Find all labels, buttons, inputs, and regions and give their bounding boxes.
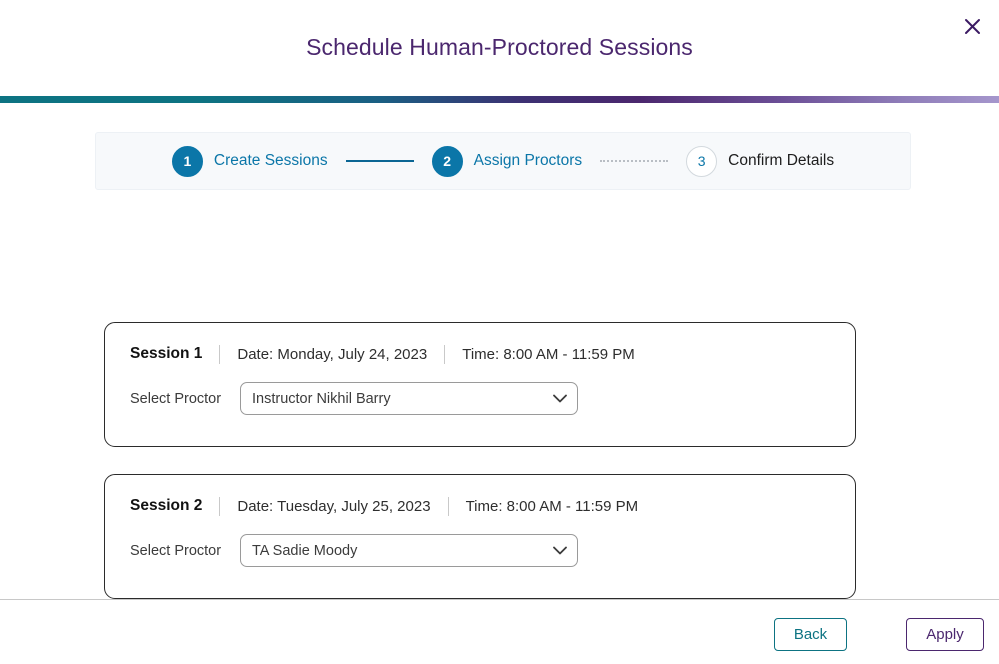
stepper-connector-dotted xyxy=(600,160,669,162)
modal-body: 1 Create Sessions 2 Assign Proctors 3 Co… xyxy=(0,103,999,606)
divider-pipe xyxy=(219,344,221,364)
step-number-badge: 3 xyxy=(686,145,718,177)
stepper-step-assign-proctors[interactable]: 2 Assign Proctors xyxy=(431,145,583,177)
session-title: Session 1 xyxy=(130,345,203,362)
step-label: Confirm Details xyxy=(728,152,835,169)
proctor-select[interactable]: Instructor Nikhil Barry xyxy=(240,382,578,415)
stepper-step-create-sessions[interactable]: 1 Create Sessions xyxy=(171,145,328,177)
session-date: Date: Monday, July 24, 2023 xyxy=(237,345,428,363)
modal-header: Schedule Human-Proctored Sessions xyxy=(0,0,999,96)
divider-pipe xyxy=(444,344,446,364)
step-label: Create Sessions xyxy=(213,152,328,169)
session-card: Session 1 Date: Monday, July 24, 2023 Ti… xyxy=(104,322,856,447)
modal-footer: Back Apply xyxy=(0,600,999,664)
proctor-select-wrapper: TA Sadie Moody xyxy=(240,534,578,567)
close-button[interactable] xyxy=(957,11,987,41)
session-header: Session 2 Date: Tuesday, July 25, 2023 T… xyxy=(105,475,855,516)
session-date: Date: Tuesday, July 25, 2023 xyxy=(237,497,431,515)
back-button[interactable]: Back xyxy=(774,618,847,651)
session-card: Session 2 Date: Tuesday, July 25, 2023 T… xyxy=(104,474,856,599)
step-label: Assign Proctors xyxy=(473,152,583,169)
apply-button[interactable]: Apply xyxy=(906,618,984,651)
select-proctor-label: Select Proctor xyxy=(130,390,222,407)
divider-pipe xyxy=(219,496,221,516)
session-title: Session 2 xyxy=(130,497,203,514)
close-icon xyxy=(964,18,981,35)
divider-pipe xyxy=(447,496,449,516)
session-time: Time: 8:00 AM - 11:59 PM xyxy=(465,497,639,515)
proctor-row: Select Proctor TA Sadie Moody xyxy=(105,516,855,567)
progress-stepper: 1 Create Sessions 2 Assign Proctors 3 Co… xyxy=(95,132,911,190)
stepper-step-confirm-details[interactable]: 3 Confirm Details xyxy=(686,145,835,177)
proctor-select[interactable]: TA Sadie Moody xyxy=(240,534,578,567)
session-header: Session 1 Date: Monday, July 24, 2023 Ti… xyxy=(105,323,855,364)
step-number-badge: 2 xyxy=(431,145,463,177)
stepper-connector-solid xyxy=(345,160,414,162)
session-time: Time: 8:00 AM - 11:59 PM xyxy=(462,345,635,363)
page-title: Schedule Human-Proctored Sessions xyxy=(306,34,693,60)
proctor-row: Select Proctor Instructor Nikhil Barry xyxy=(105,364,855,415)
step-number-badge: 1 xyxy=(171,145,203,177)
proctor-select-wrapper: Instructor Nikhil Barry xyxy=(240,382,578,415)
select-proctor-label: Select Proctor xyxy=(130,542,222,559)
gradient-divider xyxy=(0,96,999,103)
